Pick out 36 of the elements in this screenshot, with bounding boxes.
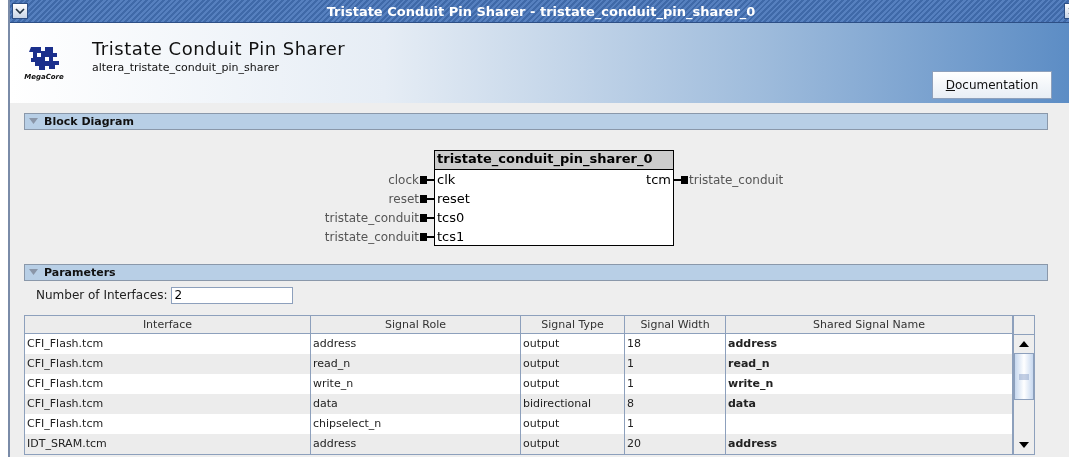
column-header[interactable]: Interface: [25, 316, 311, 333]
chevron-down-icon: [15, 7, 25, 15]
port-name: reset: [436, 190, 471, 208]
field-label: Number of Interfaces:: [36, 288, 168, 302]
port-name: clk: [436, 171, 457, 189]
documentation-button[interactable]: Documentation: [932, 71, 1052, 99]
chip-logo-icon: [27, 45, 61, 73]
section-title: Block Diagram: [44, 115, 134, 128]
component-name: altera_tristate_conduit_pin_sharer: [92, 61, 280, 74]
section-title: Parameters: [44, 266, 116, 279]
collapse-icon: [29, 269, 38, 276]
signal-label: tristate_conduit: [324, 210, 419, 225]
scroll-thumb[interactable]: [1014, 353, 1034, 400]
table-cell: 20: [625, 434, 726, 454]
column-header[interactable]: Signal Width: [625, 316, 726, 333]
table-cell: output: [521, 434, 625, 454]
section-header[interactable]: Parameters: [24, 264, 1048, 281]
column-header[interactable]: Signal Type: [521, 316, 625, 333]
column-header[interactable]: Signal Role: [311, 316, 521, 333]
signal-label: reset: [388, 191, 419, 206]
input-field[interactable]: 2: [171, 286, 294, 304]
signal-label: clock: [388, 172, 419, 187]
port-name: tcs1: [436, 228, 466, 246]
table-cell: IDT_SRAM.tcm: [25, 434, 311, 454]
component-title: Tristate Conduit Pin Sharer: [92, 38, 346, 59]
signal-label: tristate_conduit: [689, 172, 784, 187]
port-name: tcs0: [436, 209, 466, 227]
window-title: Tristate Conduit Pin Sharer - tristate_conduit_pin_sharer_0: [325, 3, 757, 19]
instance-name: tristate_conduit_pin_sharer_0: [435, 151, 673, 170]
section-header[interactable]: Block Diagram: [24, 113, 1048, 130]
signal-label: tristate_conduit: [324, 229, 419, 244]
window-menu-button[interactable]: [12, 3, 28, 19]
collapse-icon: [29, 118, 38, 125]
table-cell: address: [311, 434, 521, 454]
port-name: tcm: [645, 171, 672, 189]
scrollbar[interactable]: [1013, 315, 1035, 455]
